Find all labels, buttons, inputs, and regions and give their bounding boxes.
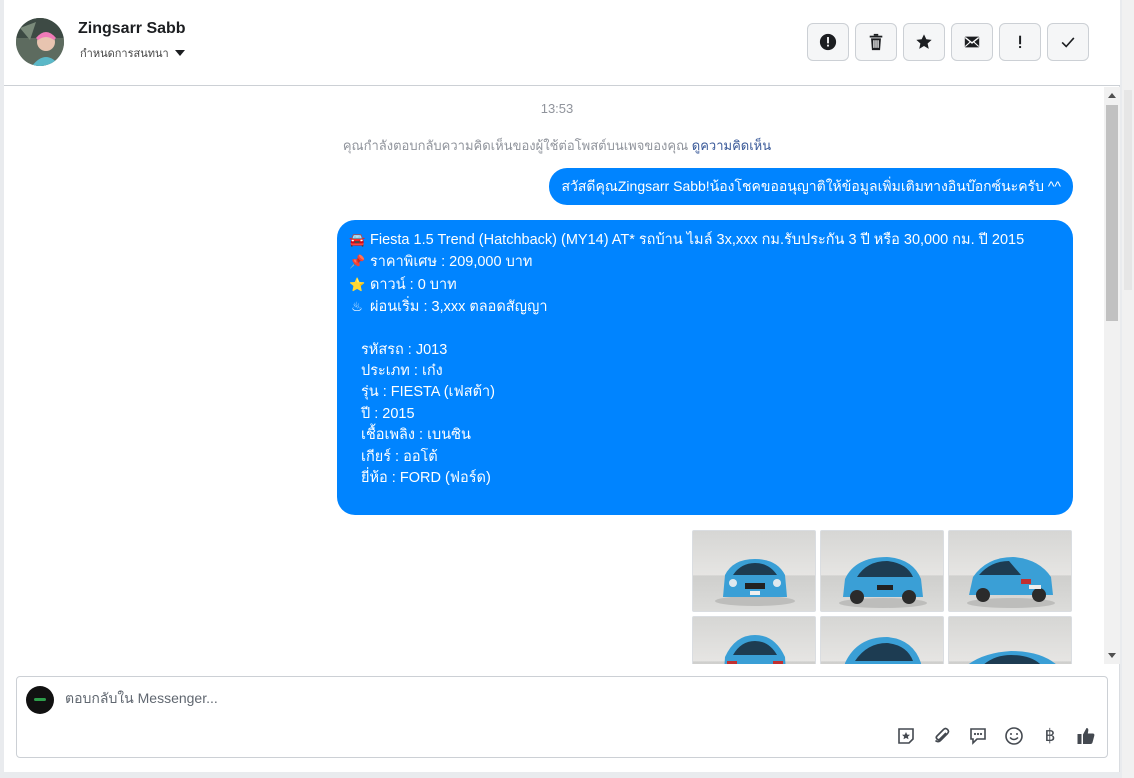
- check-icon: [1061, 37, 1075, 48]
- message-bubble-listing: 🚘 Fiesta 1.5 Trend (Hatchback) (MY14) AT*…: [337, 220, 1073, 515]
- reply-composer: ฿: [16, 676, 1108, 758]
- exclamation-icon: [1019, 35, 1022, 49]
- alert-icon: [819, 33, 837, 51]
- listing-detail: ประเภท : เก๋ง: [361, 363, 443, 380]
- messenger-window: Zingsarr Sabb กำหนดการสนทนา 13:53 คุณกำล…: [4, 0, 1120, 772]
- photo-attachments: [692, 530, 1072, 664]
- listing-detail: ยี่ห้อ : FORD (ฟอร์ด): [361, 470, 491, 487]
- mark-unread-button[interactable]: [951, 23, 993, 61]
- listing-down-line: ⭐ ดาวน์ : 0 บาท: [349, 274, 1061, 296]
- like-icon[interactable]: [1075, 725, 1097, 747]
- view-comment-link[interactable]: ดูความคิดเห็น: [692, 138, 771, 153]
- car-photo[interactable]: [820, 530, 944, 612]
- message-timestamp: 13:53: [540, 101, 574, 116]
- chevron-down-icon: [174, 50, 185, 56]
- envelope-icon: [964, 36, 980, 48]
- pushpin-icon: 📌: [349, 254, 366, 270]
- listing-detail: เชื้อเพลิง : เบนซิน: [361, 427, 471, 444]
- contact-name[interactable]: Zingsarr Sabb: [78, 20, 186, 38]
- listing-down: ดาวน์ : 0 บาท: [370, 276, 457, 293]
- listing-title: Fiesta 1.5 Trend (Hatchback) (MY14) AT* …: [370, 232, 1025, 248]
- hot-springs-icon: ♨: [351, 299, 363, 315]
- follow-up-button[interactable]: [999, 23, 1041, 61]
- baht-icon[interactable]: ฿: [1039, 725, 1061, 747]
- listing-detail: เกียร์ : ออโต้: [361, 448, 438, 465]
- listing-price: ราคาพิเศษ : 209,000 บาท: [370, 254, 533, 271]
- car-photo[interactable]: [948, 530, 1072, 612]
- comment-reply-notice: คุณกำลังตอบกลับความคิดเห็นของผู้ใช้ต่อโพ…: [4, 135, 1110, 156]
- delete-button[interactable]: [855, 23, 897, 61]
- saved-reply-icon[interactable]: [967, 725, 989, 747]
- conversation-thread[interactable]: 13:53 คุณกำลังตอบกลับความคิดเห็นของผู้ใช…: [4, 87, 1120, 664]
- listing-title-line: 🚘 Fiesta 1.5 Trend (Hatchback) (MY14) AT*…: [349, 229, 1061, 251]
- reply-input[interactable]: [65, 690, 665, 706]
- star-emoji-icon: ⭐: [349, 276, 366, 292]
- mark-spam-button[interactable]: [807, 23, 849, 61]
- car-photo[interactable]: [948, 616, 1072, 664]
- conversation-toolbar: [807, 23, 1089, 61]
- sticker-icon[interactable]: [895, 725, 917, 747]
- contact-avatar[interactable]: [16, 18, 64, 66]
- scrollbar-thumb[interactable]: [1106, 105, 1118, 321]
- page-scrollbar[interactable]: [1122, 0, 1134, 778]
- listing-installment: ผ่อนเริ่ม : 3,xxx ตลอดสัญญา: [370, 299, 548, 316]
- scroll-down-icon[interactable]: [1108, 653, 1116, 658]
- composer-actions: ฿: [895, 725, 1097, 747]
- listing-detail: รุ่น : FIESTA (เฟสต้า): [361, 384, 495, 401]
- scroll-up-icon[interactable]: [1108, 93, 1116, 98]
- star-button[interactable]: [903, 23, 945, 61]
- page-scrollbar-thumb[interactable]: [1124, 90, 1132, 290]
- assign-label: กำหนดการสนทนา: [80, 48, 169, 60]
- assign-conversation-dropdown[interactable]: กำหนดการสนทนา: [80, 44, 185, 62]
- listing-detail: รหัสรถ : J013: [361, 341, 448, 358]
- listing-detail: ปี : 2015: [361, 405, 415, 422]
- star-icon: [916, 34, 932, 49]
- car-icon: 🚘: [349, 232, 366, 247]
- conversation-header: Zingsarr Sabb กำหนดการสนทนา: [4, 0, 1120, 86]
- thread-scrollbar[interactable]: [1104, 87, 1120, 664]
- emoji-icon[interactable]: [1003, 725, 1025, 747]
- message-bubble: สวัสดีคุณZingsarr Sabb!น้องโชคขออนุญาติใ…: [549, 168, 1073, 205]
- context-text: คุณกำลังตอบกลับความคิดเห็นของผู้ใช้ต่อโพ…: [342, 138, 689, 153]
- listing-installment-line: ♨ ผ่อนเริ่ม : 3,xxx ตลอดสัญญา: [349, 296, 1061, 318]
- mark-done-button[interactable]: [1047, 23, 1089, 61]
- attachment-icon[interactable]: [931, 725, 953, 747]
- car-photo[interactable]: [820, 616, 944, 664]
- car-photo[interactable]: [692, 616, 816, 664]
- car-photo[interactable]: [692, 530, 816, 612]
- page-avatar: [26, 686, 54, 714]
- listing-price-line: 📌 ราคาพิเศษ : 209,000 บาท: [349, 251, 1061, 273]
- trash-icon: [869, 33, 883, 51]
